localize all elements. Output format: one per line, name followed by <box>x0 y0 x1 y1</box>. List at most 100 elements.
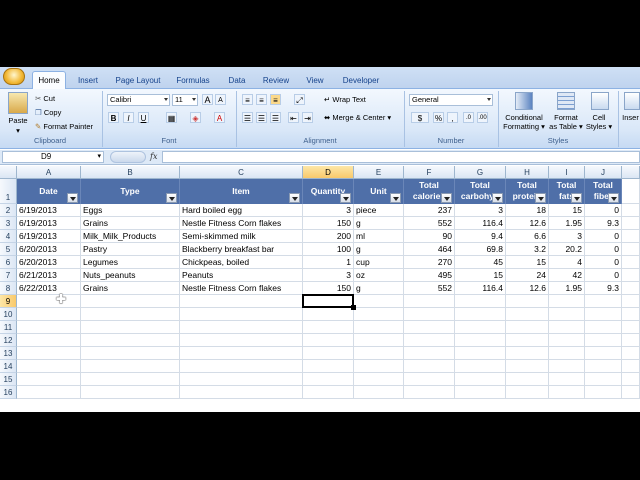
empty-cell[interactable] <box>549 308 585 321</box>
increase-decimal-icon[interactable]: .0 <box>463 112 474 123</box>
table-cell[interactable]: 495 <box>404 269 455 282</box>
name-box[interactable]: D9 ▾ <box>2 151 104 163</box>
empty-cell[interactable] <box>354 347 404 360</box>
empty-cell[interactable] <box>585 347 622 360</box>
table-cell[interactable]: Pastry <box>81 243 180 256</box>
empty-cell[interactable] <box>81 386 180 399</box>
active-cell-selection[interactable] <box>302 294 354 308</box>
column-header-e[interactable]: E <box>354 166 404 179</box>
conditional-formatting-icon[interactable] <box>515 92 533 110</box>
table-cell[interactable]: 0 <box>585 204 622 217</box>
table-cell[interactable]: 116.4 <box>455 217 506 230</box>
cell-styles-button[interactable]: Cell Styles ▾ <box>585 113 613 131</box>
row-header-15[interactable]: 15 <box>0 373 17 386</box>
empty-cell[interactable] <box>585 295 622 308</box>
empty-cell[interactable] <box>303 334 354 347</box>
chevron-down-icon[interactable] <box>164 98 168 101</box>
merge-center-button[interactable]: ⬌ Merge & Center ▾ <box>324 112 391 124</box>
empty-cell[interactable] <box>622 282 640 295</box>
row-header-9[interactable]: 9 <box>0 295 17 308</box>
table-cell[interactable]: 18 <box>506 204 549 217</box>
align-right-icon[interactable]: ☰ <box>270 112 281 123</box>
font-size-combo[interactable]: 11 <box>172 94 198 106</box>
empty-cell[interactable] <box>549 295 585 308</box>
table-cell[interactable]: 45 <box>455 256 506 269</box>
table-cell[interactable]: 69.8 <box>455 243 506 256</box>
empty-cell[interactable] <box>81 334 180 347</box>
table-cell[interactable]: 0 <box>585 230 622 243</box>
empty-cell[interactable] <box>549 373 585 386</box>
empty-cell[interactable] <box>303 386 354 399</box>
row-header-13[interactable]: 13 <box>0 347 17 360</box>
formula-input[interactable] <box>162 151 640 163</box>
italic-button[interactable]: I <box>123 112 134 123</box>
cell-styles-icon[interactable] <box>591 92 609 110</box>
table-cell[interactable]: 0 <box>585 269 622 282</box>
empty-cell[interactable] <box>404 347 455 360</box>
empty-cell[interactable] <box>622 347 640 360</box>
table-cell[interactable]: Semi-skimmed milk <box>180 230 303 243</box>
copy-button[interactable]: ❐ Copy <box>35 107 61 119</box>
fill-handle[interactable] <box>351 305 356 310</box>
table-cell[interactable]: 3 <box>303 204 354 217</box>
table-cell[interactable]: 15 <box>549 204 585 217</box>
empty-cell[interactable] <box>506 386 549 399</box>
row-header-5[interactable]: 5 <box>0 243 17 256</box>
empty-cell[interactable] <box>303 360 354 373</box>
tab-review[interactable]: Review <box>258 73 294 89</box>
table-cell[interactable]: 20.2 <box>549 243 585 256</box>
row-header-2[interactable]: 2 <box>0 204 17 217</box>
office-button[interactable] <box>3 68 25 85</box>
empty-cell[interactable] <box>622 373 640 386</box>
table-cell[interactable]: 42 <box>549 269 585 282</box>
empty-cell[interactable] <box>549 360 585 373</box>
font-color-icon[interactable]: A <box>214 112 225 123</box>
empty-cell[interactable] <box>81 373 180 386</box>
align-middle-icon[interactable]: ≡ <box>256 94 267 105</box>
tab-data[interactable]: Data <box>222 73 252 89</box>
table-cell[interactable]: Nuts_peanuts <box>81 269 180 282</box>
empty-cell[interactable] <box>17 373 81 386</box>
table-cell[interactable]: 1 <box>303 256 354 269</box>
row-header-12[interactable]: 12 <box>0 334 17 347</box>
empty-cell[interactable] <box>17 334 81 347</box>
table-cell[interactable]: 15 <box>506 256 549 269</box>
empty-cell[interactable] <box>506 321 549 334</box>
empty-cell[interactable] <box>622 308 640 321</box>
table-cell[interactable]: 150 <box>303 217 354 230</box>
filter-dropdown-icon[interactable] <box>441 193 452 203</box>
empty-cell[interactable] <box>585 373 622 386</box>
filter-dropdown-icon[interactable] <box>608 193 619 203</box>
empty-cell[interactable] <box>303 373 354 386</box>
borders-icon[interactable]: ▦ <box>166 112 177 123</box>
empty-cell[interactable] <box>455 347 506 360</box>
table-cell[interactable]: 1.95 <box>549 282 585 295</box>
decrease-indent-icon[interactable]: ⇤ <box>288 112 299 123</box>
table-cell[interactable]: g <box>354 217 404 230</box>
column-header-h[interactable]: H <box>506 166 549 179</box>
orientation-icon[interactable]: ⤢ <box>294 94 305 105</box>
align-center-icon[interactable]: ☰ <box>256 112 267 123</box>
empty-cell[interactable] <box>180 321 303 334</box>
select-all-corner[interactable] <box>0 166 17 179</box>
table-cell[interactable]: 6/21/2013 <box>17 269 81 282</box>
grow-font-button[interactable]: A <box>202 94 213 105</box>
table-cell[interactable]: 6/19/2013 <box>17 217 81 230</box>
chevron-down-icon[interactable] <box>192 98 196 101</box>
tab-home[interactable]: Home <box>32 71 66 90</box>
tab-developer[interactable]: Developer <box>337 73 385 89</box>
empty-cell[interactable] <box>455 360 506 373</box>
table-cell[interactable]: 90 <box>404 230 455 243</box>
table-cell[interactable]: 200 <box>303 230 354 243</box>
empty-cell[interactable] <box>404 321 455 334</box>
empty-cell[interactable] <box>81 308 180 321</box>
empty-cell[interactable] <box>549 334 585 347</box>
table-cell[interactable]: 116.4 <box>455 282 506 295</box>
empty-cell[interactable] <box>81 347 180 360</box>
filter-dropdown-icon[interactable] <box>571 193 582 203</box>
paste-dropdown-icon[interactable]: ▾ <box>12 126 24 135</box>
empty-cell[interactable] <box>303 347 354 360</box>
filter-dropdown-icon[interactable] <box>390 193 401 203</box>
empty-cell[interactable] <box>622 386 640 399</box>
empty-cell[interactable] <box>354 295 404 308</box>
